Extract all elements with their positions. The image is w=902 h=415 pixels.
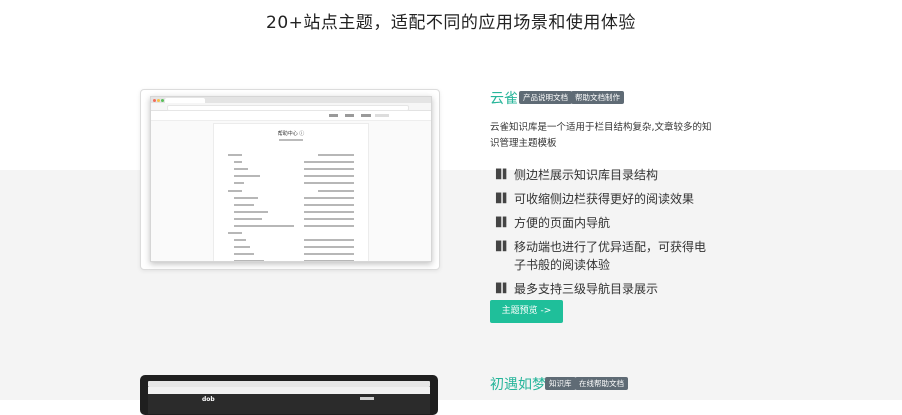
doc-title: 帮助中心 ⓘ	[277, 131, 305, 137]
maximize-dot-icon	[161, 98, 164, 102]
page-title: 20+站点主题，适配不同的应用场景和使用体验	[266, 13, 636, 33]
book-icon: ▊▌	[496, 194, 510, 204]
theme-preview-screenshot[interactable]: dob	[140, 375, 438, 415]
feature-item: ▊▌ 方便的页面内导航	[496, 216, 611, 230]
book-icon: ▊▌	[496, 242, 510, 252]
feature-item: ▊▌ 移动端也进行了优异适配，可获得电子书般的阅读体验	[496, 240, 707, 272]
browser-address-bar	[151, 103, 431, 111]
theme-tag: 产品说明文档	[519, 91, 572, 104]
theme-description: 云雀知识库是一个适用于栏目结构复杂,文章较多的知识管理主题模板	[490, 122, 712, 149]
book-icon: ▊▌	[496, 284, 510, 294]
book-icon: ▊▌	[496, 170, 510, 180]
gray-band	[0, 170, 902, 400]
browser-window-mockup: 帮助中心 ⓘ	[150, 96, 432, 262]
theme-tag: 在线帮助文档	[575, 377, 628, 390]
feature-item: ▊▌ 最多支持三级导航目录展示	[496, 282, 659, 296]
theme-name: 云雀	[490, 91, 518, 107]
feature-item: ▊▌ 侧边栏展示知识库目录结构	[496, 168, 659, 182]
book-icon: ▊▌	[496, 218, 510, 228]
theme-name: 初遇如梦	[490, 377, 546, 393]
theme-tag: 知识库	[545, 377, 576, 390]
browser-address-bar	[148, 387, 430, 394]
site-nav-mockup	[151, 111, 431, 121]
theme-preview-button[interactable]: 主题预览 ->	[490, 300, 563, 323]
theme-preview-screenshot[interactable]: 帮助中心 ⓘ	[140, 89, 440, 270]
site-header-mockup	[148, 394, 430, 414]
theme-tag: 帮助文档制作	[571, 91, 624, 104]
minimize-dot-icon	[157, 98, 160, 102]
feature-item: ▊▌ 可收缩侧边栏获得更好的阅读效果	[496, 192, 695, 206]
doc-page-mockup: 帮助中心 ⓘ	[213, 123, 369, 261]
close-dot-icon	[153, 98, 156, 102]
